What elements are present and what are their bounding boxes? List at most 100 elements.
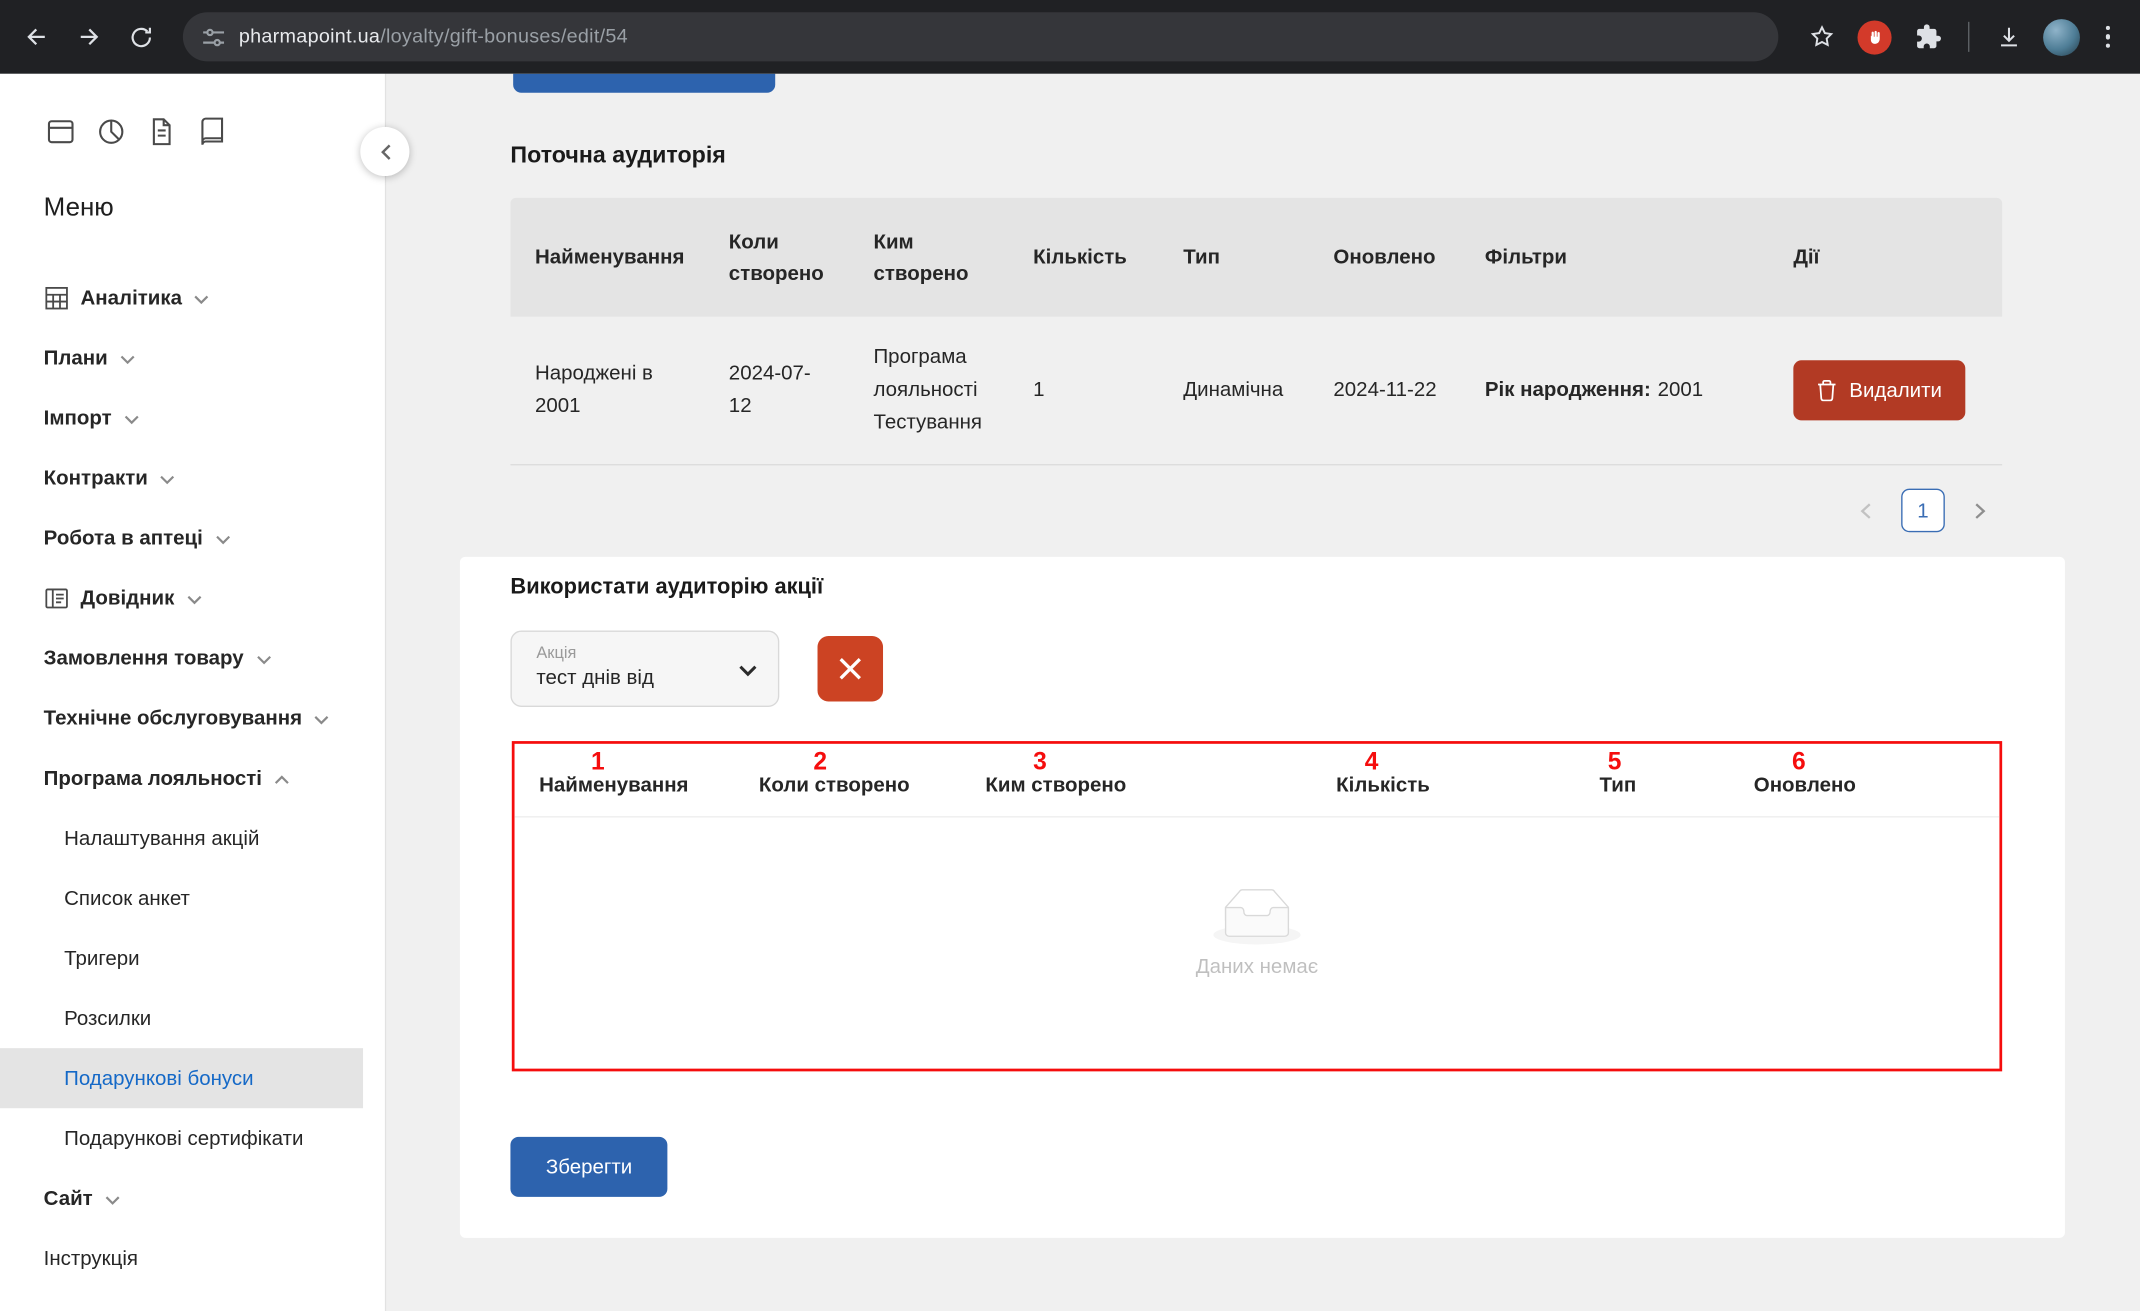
downloads-button[interactable]	[1985, 14, 2031, 60]
cell-name: Народжені в 2001	[535, 361, 653, 418]
address-bar[interactable]: pharmapoint.ua/loyalty/gift-bonuses/edit…	[182, 12, 1779, 62]
sidebar-item-pharmacy-work[interactable]: Робота в аптеці	[0, 508, 385, 568]
bookmark-star-button[interactable]	[1798, 14, 1844, 60]
column-header-created-by: Ким створено	[873, 229, 969, 285]
sidebar-collapse-button[interactable]	[360, 126, 410, 177]
browser-back-button[interactable]	[11, 11, 63, 63]
browser-forward-button[interactable]	[63, 11, 115, 63]
column-header-name: Найменування	[535, 245, 685, 269]
sidebar-item-label: Контракти	[43, 466, 148, 490]
sidebar-item-goods-order[interactable]: Замовлення товару	[0, 628, 385, 688]
browser-toolbar: pharmapoint.ua/loyalty/gift-bonuses/edit…	[0, 0, 2140, 74]
chevron-down-icon	[256, 654, 271, 664]
sidebar-item-loyalty-program[interactable]: Програма лояльності	[0, 748, 385, 808]
annotation-number-1: 1	[590, 747, 605, 776]
empty-state: Даних немає	[515, 888, 2000, 979]
sidebar-item-import[interactable]: Імпорт	[0, 388, 385, 448]
column-header-updated-at: Оновлено	[1333, 245, 1436, 269]
cell-type: Динамічна	[1183, 378, 1284, 402]
browser-menu-button[interactable]	[2092, 25, 2124, 49]
filter-label: Рік народження:	[1484, 378, 1651, 402]
adblock-extension-button[interactable]	[1851, 14, 1897, 60]
book-icon[interactable]	[195, 115, 228, 148]
toolbar-separator	[1967, 21, 1969, 52]
sidebar-subitem-triggers[interactable]: Тригери	[0, 928, 385, 988]
delete-button-label: Видалити	[1849, 378, 1942, 402]
sidebar-item-label: Сайт	[43, 1186, 93, 1210]
cell-updated-at: 2024-11-22	[1333, 378, 1437, 402]
annotation-number-2: 2	[813, 747, 828, 776]
pagination-page-1[interactable]: 1	[1901, 488, 1945, 533]
document-icon[interactable]	[145, 115, 178, 148]
sidebar-subitem-questionnaire-list[interactable]: Список анкет	[0, 868, 385, 928]
download-icon	[2000, 27, 2017, 47]
chevron-down-icon	[194, 294, 209, 304]
pagination-prev-button[interactable]	[1844, 489, 1888, 533]
column-header-updated-at: Оновлено	[1753, 773, 1856, 798]
sidebar-item-site[interactable]: Сайт	[0, 1168, 385, 1228]
sidebar-item-plans[interactable]: Плани	[0, 328, 385, 388]
delete-button[interactable]: Видалити	[1793, 360, 1966, 421]
cell-filters: Рік народження: 2001	[1460, 317, 1768, 464]
extensions-button[interactable]	[1905, 14, 1951, 60]
promo-select-label: Акція	[536, 642, 577, 662]
url-text: pharmapoint.ua/loyalty/gift-bonuses/edit…	[239, 26, 628, 48]
browser-actions	[1798, 14, 2129, 60]
cell-quantity: 1	[1033, 378, 1045, 402]
avatar	[2043, 18, 2080, 56]
current-audience-table: Найменування Коли створено Ким створено …	[510, 197, 2003, 466]
main-content: Поточна аудиторія Найменування Коли ство…	[388, 73, 2140, 1311]
sidebar-subitem-gift-certificates[interactable]: Подарункові сертифікати	[0, 1108, 385, 1168]
hand-icon	[1870, 30, 1880, 44]
clear-promo-button[interactable]	[817, 635, 884, 702]
sidebar-item-label: Плани	[43, 345, 108, 370]
menu-title: Меню	[43, 193, 114, 223]
sidebar-item-label: Імпорт	[43, 406, 112, 430]
sidebar-subitem-mailings[interactable]: Розсилки	[0, 988, 385, 1048]
sidebar-subitem-label: Список анкет	[64, 886, 190, 910]
sidebar-item-contracts[interactable]: Контракти	[0, 448, 385, 508]
promo-select[interactable]: Акція тест днів від	[510, 630, 780, 707]
url-domain: pharmapoint.ua	[238, 25, 381, 48]
chevron-down-icon	[160, 474, 175, 484]
browser-reload-button[interactable]	[115, 11, 167, 63]
annotation-number-6: 6	[1791, 747, 1806, 776]
column-header-type: Тип	[1183, 245, 1220, 269]
puzzle-icon	[1916, 24, 1941, 49]
site-settings-icon[interactable]	[202, 25, 225, 48]
sidebar-nav: Аналітика Плани Імпорт Контракти Робота …	[0, 268, 385, 1289]
sidebar-subitem-gift-bonuses[interactable]: Подарункові бонуси	[0, 1048, 364, 1109]
column-header-quantity: Кількість	[1336, 773, 1430, 798]
promo-table-header-row: Найменування Коли створено Ким створено …	[514, 744, 2000, 818]
app-window-icon[interactable]	[44, 115, 77, 148]
sidebar-subitem-label: Подарункові бонуси	[64, 1066, 254, 1090]
sidebar-item-analytics[interactable]: Аналітика	[0, 268, 385, 328]
filter-value: 2001	[1657, 378, 1704, 402]
cell-created-at: 2024-07-12	[728, 361, 811, 418]
chevron-left-icon	[1860, 502, 1871, 519]
pagination-next-button[interactable]	[1958, 489, 2002, 533]
sidebar-item-label: Програма лояльності	[43, 766, 262, 790]
star-icon	[1810, 25, 1833, 47]
column-header-type: Тип	[1599, 773, 1637, 798]
column-header-created-at: Коли створено	[758, 773, 910, 798]
profile-button[interactable]	[2038, 14, 2084, 60]
sidebar-subitem-label: Подарункові сертифікати	[64, 1126, 304, 1150]
sidebar-item-maintenance[interactable]: Технічне обслуговування	[0, 688, 385, 748]
annotation-highlight-box: 1 2 3 4 5 6 Найменування Коли створено К…	[511, 741, 2003, 1072]
url-path: /loyalty/gift-bonuses/edit/54	[380, 25, 628, 48]
chevron-down-icon	[738, 665, 757, 677]
partially-visible-button[interactable]	[513, 73, 776, 93]
sidebar-item-instruction[interactable]: Інструкція	[0, 1228, 385, 1288]
chevron-right-icon	[1975, 502, 1986, 519]
pie-chart-icon[interactable]	[94, 115, 127, 148]
chevron-down-icon	[215, 534, 230, 544]
sidebar-subitem-label: Налаштування акцій	[64, 826, 260, 850]
save-button[interactable]: Зберегти	[510, 1136, 668, 1197]
sidebar-item-directory[interactable]: Довідник	[0, 568, 385, 628]
grid-icon	[44, 286, 69, 309]
promo-select-value: тест днів від	[536, 666, 654, 690]
reload-icon	[130, 27, 151, 47]
sidebar-subitem-promo-settings[interactable]: Налаштування акцій	[0, 808, 385, 868]
chevron-down-icon	[187, 594, 202, 604]
